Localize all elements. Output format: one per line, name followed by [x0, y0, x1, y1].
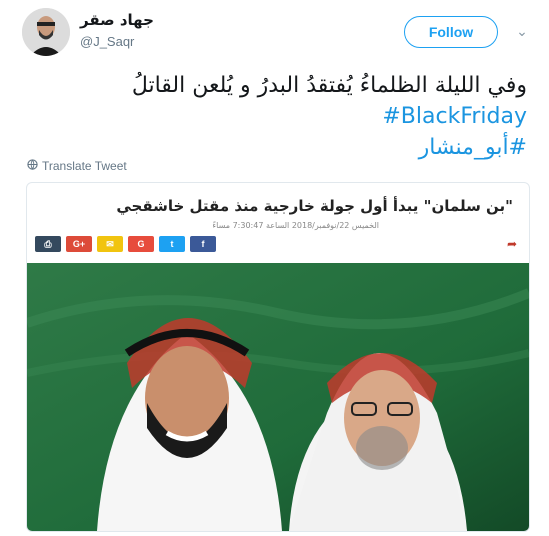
- follow-button[interactable]: Follow: [404, 16, 498, 48]
- user-handle[interactable]: @J_Saqr: [80, 34, 134, 49]
- print-share-icon[interactable]: ⎙: [35, 236, 61, 252]
- translate-label: Translate Tweet: [42, 159, 127, 173]
- hashtag-link[interactable]: #BlackFriday: [47, 101, 527, 132]
- avatar[interactable]: [22, 8, 70, 56]
- article-meta: الخميس 22/نوفمبر/2018 الساعة 7:30:47 مسا…: [212, 221, 379, 230]
- tweet-text: وفي الليلة الظلماءُ يُفتقدُ البدرُ و يُل…: [47, 70, 527, 163]
- article-title[interactable]: "بن سلمان" يبدأ أول جولة خارجية منذ مقتل…: [116, 197, 513, 215]
- twitter-share-icon[interactable]: t: [159, 236, 185, 252]
- share-buttons: ⎙ G+ ✉ Gt f: [35, 236, 216, 252]
- globe-icon: [27, 159, 38, 173]
- user-name[interactable]: جهاد صقر: [80, 11, 154, 29]
- google-plus-share-icon[interactable]: G+: [66, 236, 92, 252]
- tweet-line: وفي الليلة الظلماءُ يُفتقدُ البدرُ و يُل…: [131, 73, 527, 98]
- article-photo: [27, 263, 529, 531]
- translate-tweet[interactable]: Translate Tweet: [27, 159, 127, 173]
- email-share-icon[interactable]: ✉: [97, 236, 123, 252]
- link-card[interactable]: "بن سلمان" يبدأ أول جولة خارجية منذ مقتل…: [26, 182, 530, 532]
- chevron-down-icon[interactable]: ⌄: [514, 24, 530, 40]
- share-arrow-icon[interactable]: ➦: [507, 237, 517, 251]
- facebook-share-icon[interactable]: f: [190, 236, 216, 252]
- google-share-icon[interactable]: G: [128, 236, 154, 252]
